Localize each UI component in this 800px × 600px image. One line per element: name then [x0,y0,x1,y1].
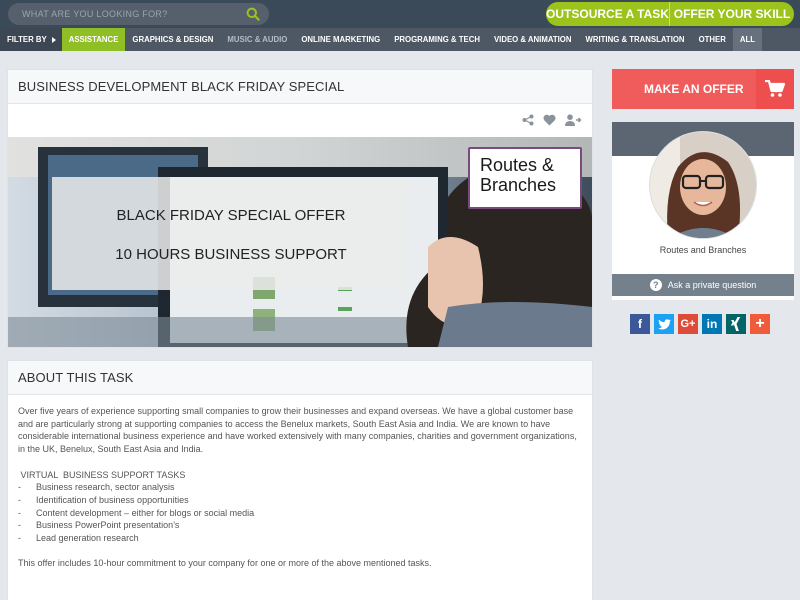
list-item: - Identification of business opportunitie… [18,494,189,505]
search-input[interactable] [22,3,232,25]
outsource-task-button[interactable]: OUTSOURCE A TASK [546,2,670,26]
category-online-marketing[interactable]: ONLINE MARKETING [294,28,387,51]
search-icon[interactable] [246,7,260,21]
shopping-cart-icon [765,80,785,97]
category-graphics-design[interactable]: GRAPHICS & DESIGN [125,28,220,51]
header-actions: OUTSOURCE A TASK OFFER YOUR SKILL [546,2,794,26]
facebook-icon[interactable]: f [630,314,650,334]
logo-line-2: Branches [480,175,557,195]
about-intro: Over five years of experience supporting… [18,406,577,455]
hero-subheadline: 10 HOURS BUSINESS SUPPORT [115,246,347,263]
social-share-bar: f G+ in + [630,314,770,334]
list-item: - Business PowerPoint presentation’s [18,520,180,531]
list-item: - Lead generation research [18,533,139,544]
make-offer-label: MAKE AN OFFER [644,82,744,96]
task-card: BUSINESS DEVELOPMENT BLACK FRIDAY SPECIA… [7,69,593,348]
filter-by-label: FILTER BY [7,35,47,44]
cart-icon-box [756,69,794,109]
seller-profile-card: Routes and Branches ? Ask a private ques… [612,122,794,300]
category-nav: FILTER BY ASSISTANCE GRAPHICS & DESIGN M… [0,28,800,51]
list-item: - Business research, sector analysis [18,482,175,493]
task-title: BUSINESS DEVELOPMENT BLACK FRIDAY SPECIA… [8,70,592,104]
logo-line-1: Routes & [480,155,555,175]
category-other[interactable]: OTHER [692,28,733,51]
seller-name[interactable]: Routes and Branches [612,245,794,255]
company-logo: Routes & Branches [468,147,582,209]
task-hero-image: BLACK FRIDAY SPECIAL OFFER 10 HOURS BUSI… [8,137,592,347]
hero-headline: BLACK FRIDAY SPECIAL OFFER [116,207,346,224]
follow-user-icon[interactable] [565,114,582,126]
google-plus-icon[interactable]: G+ [678,314,698,334]
top-bar: OUTSOURCE A TASK OFFER YOUR SKILL [0,0,800,28]
heart-icon[interactable] [543,114,556,126]
more-share-icon[interactable]: + [750,314,770,334]
filter-by-toggle[interactable]: FILTER BY [0,28,62,51]
about-heading: ABOUT THIS TASK [8,361,592,395]
seller-portrait-image [650,132,756,238]
xing-icon[interactable] [726,314,746,334]
ask-question-label: Ask a private question [667,280,757,290]
linkedin-icon[interactable]: in [702,314,722,334]
make-offer-button[interactable]: MAKE AN OFFER [612,69,794,109]
about-body: Over five years of experience supporting… [18,405,584,583]
question-mark-icon: ? [649,279,662,291]
category-music-audio[interactable]: MUSIC & AUDIO [220,28,294,51]
share-icon[interactable] [522,114,534,126]
list-item: - Content development – either for blogs … [18,507,255,518]
search-box [8,3,269,25]
category-assistance[interactable]: ASSISTANCE [61,28,126,51]
category-video-animation[interactable]: VIDEO & ANIMATION [487,28,579,51]
avatar[interactable] [649,131,757,239]
hero-caption-overlay: BLACK FRIDAY SPECIAL OFFER 10 HOURS BUSI… [52,177,410,290]
twitter-icon[interactable] [654,314,674,334]
category-all[interactable]: ALL [732,28,763,51]
triangle-right-icon [51,36,56,43]
about-closing: This offer includes 10-hour commitment t… [18,558,432,569]
about-list-title: VIRTUAL BUSINESS SUPPORT TASKS [18,469,186,480]
category-writing-translation[interactable]: WRITING & TRANSLATION [579,28,692,51]
task-actions [522,114,582,126]
offer-skill-button[interactable]: OFFER YOUR SKILL [670,2,794,26]
ask-private-question-button[interactable]: ? Ask a private question [612,274,794,296]
category-programing-tech[interactable]: PROGRAMING & TECH [387,28,487,51]
about-card: ABOUT THIS TASK Over five years of exper… [7,360,593,600]
